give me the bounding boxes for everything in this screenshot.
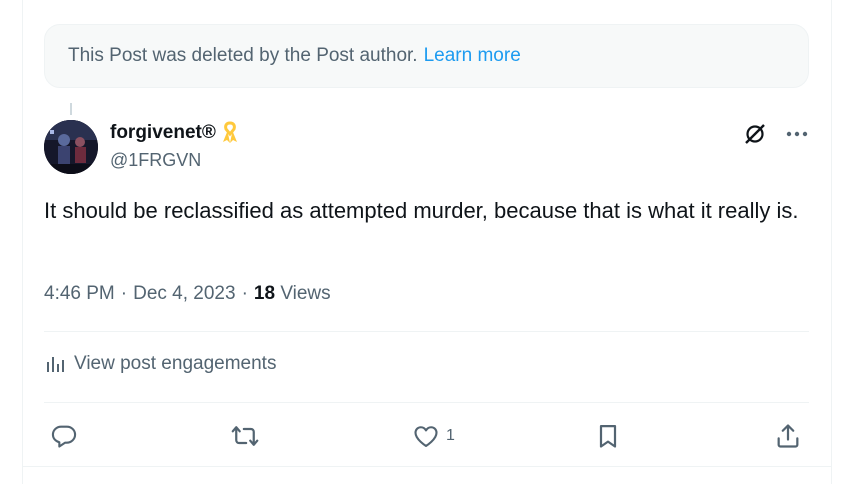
bar-chart-icon xyxy=(44,353,66,375)
thread-connector xyxy=(70,103,72,115)
post-metadata: 4:46 PM · Dec 4, 2023 · 18 Views xyxy=(44,283,331,305)
view-engagements-button[interactable]: View post engagements xyxy=(44,353,276,375)
reply-icon xyxy=(50,422,78,450)
user-handle[interactable]: @1FRGVN xyxy=(110,150,201,171)
post-time[interactable]: 4:46 PM xyxy=(44,283,115,305)
display-name-text: forgivenet® xyxy=(110,122,216,143)
repost-button[interactable] xyxy=(230,416,266,456)
more-icon[interactable] xyxy=(783,120,811,148)
divider xyxy=(44,402,809,403)
yellow-ribbon-icon xyxy=(220,121,240,145)
share-icon xyxy=(774,422,802,450)
post-text: It should be reclassified as attempted m… xyxy=(44,198,799,223)
column-bottom-border xyxy=(22,466,832,467)
post-top-actions xyxy=(741,120,811,148)
learn-more-link[interactable]: Learn more xyxy=(424,45,521,67)
views-label: Views xyxy=(280,283,331,304)
views-count: 18 xyxy=(253,283,276,304)
heart-icon xyxy=(412,422,440,450)
post-action-bar: 1 xyxy=(44,416,809,456)
avatar[interactable] xyxy=(44,120,98,174)
reply-button[interactable] xyxy=(50,416,84,456)
like-button[interactable]: 1 xyxy=(412,416,455,456)
view-engagements-label: View post engagements xyxy=(74,353,277,374)
post-date[interactable]: Dec 4, 2023 xyxy=(133,283,235,305)
deleted-post-notice: This Post was deleted by the Post author… xyxy=(44,24,809,88)
divider xyxy=(44,331,809,332)
repost-icon xyxy=(230,422,260,450)
meta-separator: · xyxy=(241,283,248,304)
meta-separator: · xyxy=(120,283,128,304)
bookmark-button[interactable] xyxy=(594,416,628,456)
deleted-notice-text: This Post was deleted by the Post author… xyxy=(68,45,418,66)
bookmark-icon xyxy=(594,422,622,450)
like-count: 1 xyxy=(446,427,455,444)
share-button[interactable] xyxy=(774,416,808,456)
display-name[interactable]: forgivenet® xyxy=(110,121,240,145)
grok-icon[interactable] xyxy=(741,120,769,148)
